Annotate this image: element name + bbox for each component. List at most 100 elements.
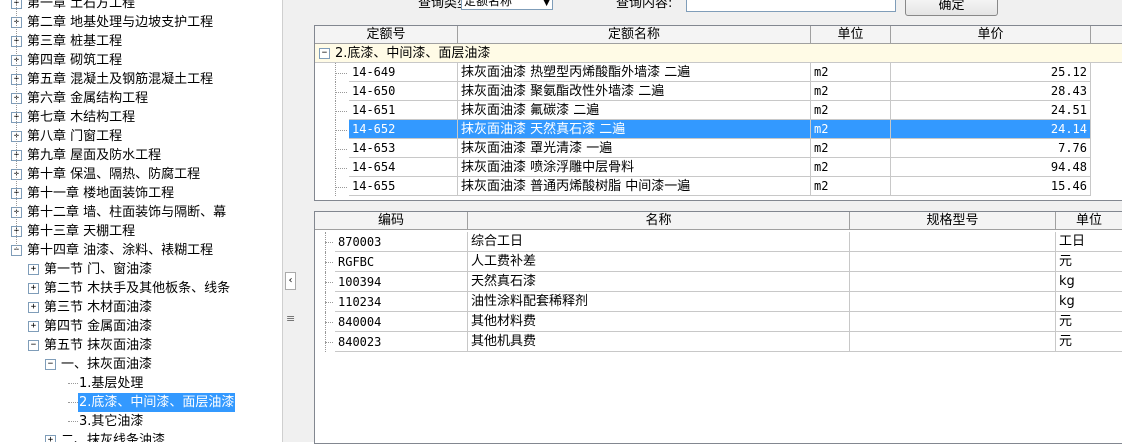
expand-icon[interactable]: + [28, 321, 39, 332]
quota-unit-cell[interactable]: m2 [811, 120, 891, 139]
tree-item[interactable]: + 第一节 门、窗油漆 [0, 260, 282, 279]
resource-spec-cell[interactable] [850, 332, 1056, 352]
tree-item[interactable]: − 第五节 抹灰面油漆 [0, 336, 282, 355]
column-header[interactable]: 单价 [891, 26, 1091, 44]
resource-code-cell[interactable]: RGFBC [335, 252, 468, 272]
resource-name-cell[interactable]: 人工费补差 [468, 252, 850, 272]
chapter-tree[interactable]: + 第一章 土石方工程 + 第二章 地基处理与边坡支护工程 + 第三章 桩基工程 + 第四章 … [0, 0, 282, 442]
tree-item[interactable]: + 第二节 木扶手及其他板条、线条 [0, 279, 282, 298]
column-header[interactable]: 单位 [1056, 212, 1122, 230]
tree-item[interactable]: + 第四章 砌筑工程 [0, 51, 282, 70]
query-type-select[interactable]: 定额名称 ▼ [461, 0, 553, 10]
tree-item[interactable]: + 第九章 屋面及防水工程 [0, 146, 282, 165]
resource-unit-cell[interactable]: 元 [1056, 312, 1122, 332]
panel-splitter[interactable]: ‹ ≡ [282, 0, 303, 442]
expand-icon[interactable]: + [45, 435, 56, 442]
tree-item[interactable]: + 第十章 保温、隔热、防腐工程 [0, 165, 282, 184]
resource-code-cell[interactable]: 840004 [335, 312, 468, 332]
query-content-input[interactable] [686, 0, 896, 12]
tree-item[interactable]: + 二、抹灰线条油漆 [0, 431, 282, 442]
tree-item[interactable]: + 第七章 木结构工程 [0, 108, 282, 127]
expand-icon[interactable]: + [28, 302, 39, 313]
quota-name-cell[interactable]: 抹灰面油漆 普通丙烯酸树脂 中间漆一遍 [458, 177, 811, 196]
tree-item[interactable]: + 第三节 木材面油漆 [0, 298, 282, 317]
tree-item[interactable]: + 第一章 土石方工程 [0, 0, 282, 13]
quota-name-cell[interactable]: 抹灰面油漆 聚氨酯改性外墙漆 二遍 [458, 82, 811, 101]
quota-unit-cell[interactable]: m2 [811, 139, 891, 158]
resource-unit-cell[interactable]: 元 [1056, 252, 1122, 272]
column-header[interactable]: 定额名称 [458, 26, 811, 44]
tree-item[interactable]: + 第三章 桩基工程 [0, 32, 282, 51]
quota-price-cell[interactable]: 24.14 [891, 120, 1091, 139]
column-header[interactable]: 编码 [315, 212, 468, 230]
column-header[interactable]: 定额号 [315, 26, 458, 44]
resource-unit-cell[interactable]: kg [1056, 272, 1122, 292]
quota-code-cell[interactable]: 14-653 [349, 139, 458, 158]
resource-spec-cell[interactable] [850, 252, 1056, 272]
quota-name-cell[interactable]: 抹灰面油漆 天然真石漆 二遍 [458, 120, 811, 139]
resource-spec-cell[interactable] [850, 292, 1056, 312]
resource-name-cell[interactable]: 其他机具费 [468, 332, 850, 352]
collapse-icon[interactable]: − [28, 340, 39, 351]
confirm-button[interactable]: 确定 [905, 0, 998, 16]
resource-code-cell[interactable]: 100394 [335, 272, 468, 292]
tree-item[interactable]: + 第十一章 楼地面装饰工程 [0, 184, 282, 203]
group-row[interactable]: 2.底漆、中间漆、面层油漆 [315, 44, 1122, 63]
resource-name-cell[interactable]: 天然真石漆 [468, 272, 850, 292]
tree-item[interactable]: 2.底漆、中间漆、面层油漆 [0, 393, 282, 412]
column-header[interactable]: 名称 [468, 212, 850, 230]
quota-unit-cell[interactable]: m2 [811, 177, 891, 196]
column-header[interactable]: 单位 [811, 26, 891, 44]
quota-code-cell[interactable]: 14-654 [349, 158, 458, 177]
quota-code-cell[interactable]: 14-652 [349, 120, 458, 139]
resource-unit-cell[interactable]: 工日 [1056, 232, 1122, 252]
resource-name-cell[interactable]: 油性涂料配套稀释剂 [468, 292, 850, 312]
quota-price-cell[interactable]: 94.48 [891, 158, 1091, 177]
collapse-icon[interactable]: − [319, 48, 330, 59]
tree-item[interactable]: + 第二章 地基处理与边坡支护工程 [0, 13, 282, 32]
tree-item[interactable]: + 第四节 金属面油漆 [0, 317, 282, 336]
resource-code-cell[interactable]: 110234 [335, 292, 468, 312]
quota-unit-cell[interactable]: m2 [811, 101, 891, 120]
resource-unit-cell[interactable]: kg [1056, 292, 1122, 312]
quota-price-cell[interactable]: 25.12 [891, 63, 1091, 82]
collapse-icon[interactable]: − [45, 359, 56, 370]
resource-grid[interactable]: 编码 名称 规格型号 单位 870003 综合工日 工日 RGFBC 人工费补差元 100394 天… [314, 211, 1122, 444]
collapse-left-icon[interactable]: ‹ [285, 272, 296, 290]
quota-grid[interactable]: 定额号 定额名称 单位 单价 2.底漆、中间漆、面层油漆 − 14-649 抹灰面油漆 热塑型… [314, 25, 1122, 201]
expand-icon[interactable]: + [28, 264, 39, 275]
tree-item[interactable]: + 第八章 门窗工程 [0, 127, 282, 146]
resource-spec-cell[interactable] [850, 312, 1056, 332]
resource-code-cell[interactable]: 840023 [335, 332, 468, 352]
quota-name-cell[interactable]: 抹灰面油漆 热塑型丙烯酸酯外墙漆 二遍 [458, 63, 811, 82]
quota-code-cell[interactable]: 14-651 [349, 101, 458, 120]
quota-price-cell[interactable]: 28.43 [891, 82, 1091, 101]
column-header[interactable]: 规格型号 [850, 212, 1056, 230]
tree-item[interactable]: − 第十四章 油漆、涂料、裱糊工程 [0, 241, 282, 260]
quota-code-cell[interactable]: 14-650 [349, 82, 458, 101]
quota-unit-cell[interactable]: m2 [811, 82, 891, 101]
tree-item[interactable]: 1.基层处理 [0, 374, 282, 393]
quota-unit-cell[interactable]: m2 [811, 63, 891, 82]
tree-item[interactable]: + 第十二章 墙、柱面装饰与隔断、幕 [0, 203, 282, 222]
tree-item[interactable]: 3.其它油漆 [0, 412, 282, 431]
resource-unit-cell[interactable]: 元 [1056, 332, 1122, 352]
quota-code-cell[interactable]: 14-649 [349, 63, 458, 82]
quota-name-cell[interactable]: 抹灰面油漆 罩光清漆 一遍 [458, 139, 811, 158]
quota-name-cell[interactable]: 抹灰面油漆 喷涂浮雕中层骨料 [458, 158, 811, 177]
quota-unit-cell[interactable]: m2 [811, 158, 891, 177]
quota-code-cell[interactable]: 14-655 [349, 177, 458, 196]
quota-price-cell[interactable]: 15.46 [891, 177, 1091, 196]
tree-item[interactable]: − 一、抹灰面油漆 [0, 355, 282, 374]
tree-item[interactable]: + 第六章 金属结构工程 [0, 89, 282, 108]
quota-price-cell[interactable]: 24.51 [891, 101, 1091, 120]
resource-code-cell[interactable]: 870003 [335, 232, 468, 252]
quota-name-cell[interactable]: 抹灰面油漆 氟碳漆 二遍 [458, 101, 811, 120]
expand-icon[interactable]: + [28, 283, 39, 294]
resource-name-cell[interactable]: 综合工日 [468, 232, 850, 252]
quota-price-cell[interactable]: 7.76 [891, 139, 1091, 158]
resource-name-cell[interactable]: 其他材料费 [468, 312, 850, 332]
resource-spec-cell[interactable] [850, 232, 1056, 252]
tree-item[interactable]: + 第五章 混凝土及钢筋混凝土工程 [0, 70, 282, 89]
resource-spec-cell[interactable] [850, 272, 1056, 292]
